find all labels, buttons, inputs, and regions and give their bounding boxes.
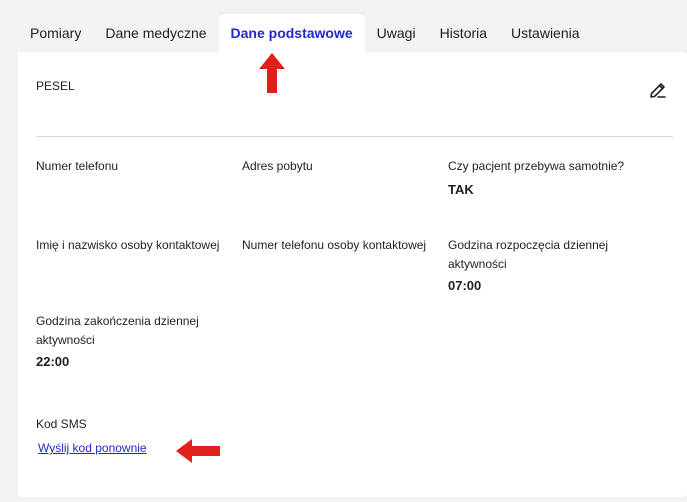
contact-phone-label: Numer telefonu osoby kontaktowej [242, 238, 427, 252]
tab-dane-podstawowe[interactable]: Dane podstawowe [218, 14, 365, 52]
sms-code-label: Kod SMS [36, 417, 87, 431]
pesel-label: PESEL [36, 79, 75, 93]
red-arrow-up-icon [258, 53, 286, 98]
activity-end-value: 22:00 [36, 354, 70, 369]
edit-icon[interactable] [648, 80, 668, 100]
phone-label: Numer telefonu [36, 159, 119, 173]
tab-dane-medyczne[interactable]: Dane medyczne [93, 14, 218, 52]
activity-start-label: Godzina rozpoczęcia dziennej [448, 238, 609, 252]
alone-label: Czy pacjent przebywa samotnie? [448, 159, 625, 173]
resend-code-link[interactable]: Wyślij kod ponownie [38, 441, 147, 455]
tab-uwagi[interactable]: Uwagi [365, 14, 428, 52]
tab-historia[interactable]: Historia [428, 14, 499, 52]
tab-bar: Pomiary Dane medyczne Dane podstawowe Uw… [18, 14, 592, 52]
activity-end-label: Godzina zakończenia dziennej [36, 314, 199, 328]
activity-start-label-line2: aktywności [448, 257, 507, 271]
address-label: Adres pobytu [242, 159, 313, 173]
red-arrow-left-icon [176, 438, 220, 469]
divider [36, 136, 673, 137]
tab-pomiary[interactable]: Pomiary [18, 14, 93, 52]
tab-ustawienia[interactable]: Ustawienia [499, 14, 591, 52]
basic-data-panel: PESEL Numer telefonu Adres pobytu Czy pa… [18, 52, 687, 497]
activity-end-label-line2: aktywności [36, 333, 95, 347]
contact-name-label: Imię i nazwisko osoby kontaktowej [36, 238, 220, 252]
alone-value: TAK [448, 182, 474, 197]
activity-start-value: 07:00 [448, 278, 482, 293]
